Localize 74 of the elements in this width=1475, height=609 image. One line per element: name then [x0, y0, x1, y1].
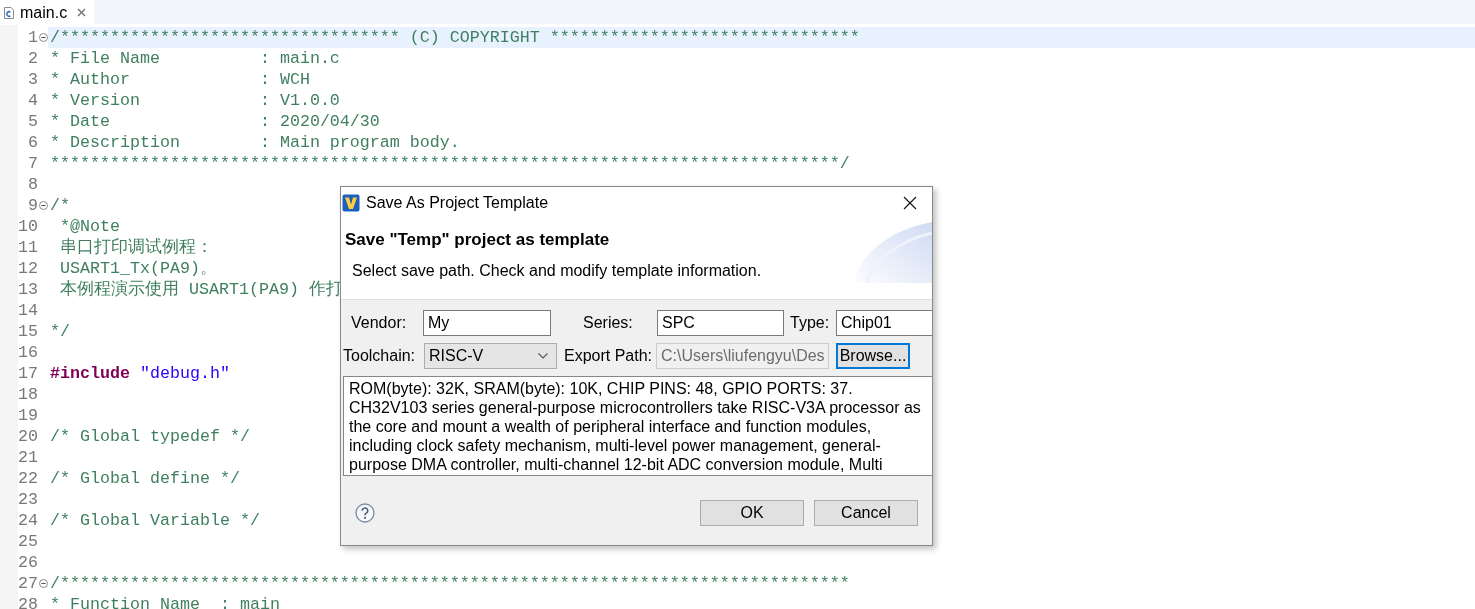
- line-number: 23: [18, 489, 38, 510]
- dialog-button[interactable]: OK: [700, 500, 804, 526]
- c-file-icon: [3, 6, 15, 19]
- code-line: *******************************************************************************/: [50, 153, 850, 174]
- field-label: Export Path:: [564, 347, 653, 364]
- line-number: 7: [27, 153, 38, 174]
- code-line: */: [50, 321, 70, 342]
- line-number: 12: [18, 258, 38, 279]
- dialog-subtitle: Select save path. Check and modify template information.: [352, 261, 762, 281]
- line-number: 5: [27, 111, 38, 132]
- code-line: 本例程演示使用 USART1(PA9) 作打: [59, 279, 343, 300]
- line-number: 1: [27, 27, 38, 48]
- field-label: Type:: [790, 314, 830, 331]
- dialog-button[interactable]: Cancel: [814, 500, 918, 526]
- text-field[interactable]: SPC: [657, 310, 784, 336]
- code-line: *@Note: [59, 216, 120, 237]
- line-number: 11: [18, 237, 38, 258]
- chevron-down-icon: [538, 353, 548, 359]
- line-number: 17: [18, 363, 38, 384]
- code-line: #include "debug.h": [50, 363, 230, 384]
- line-number: 20: [18, 426, 38, 447]
- help-icon[interactable]: [355, 503, 375, 523]
- line-number: 27: [18, 573, 38, 594]
- line-number: 26: [18, 552, 38, 573]
- line-number: 8: [27, 174, 38, 195]
- line-number: 6: [27, 132, 38, 153]
- field-label: Series:: [583, 314, 633, 331]
- description-text: CH32V103 series general-purpose microcontrollers take RISC-V3A processor as the core and mount a wealth of peripheral interface and function modules, including clock safety mechanism, multi-level power management, general-purpose DMA controller, multi-channel 12-bit ADC conversion module, Multi: [349, 398, 922, 474]
- app-logo-icon: [342, 194, 360, 212]
- code-line: * Version : V1.0.0: [50, 90, 340, 111]
- code-line: /* Global define */: [50, 468, 240, 489]
- dropdown[interactable]: RISC-V: [424, 343, 557, 369]
- code-line: * Date : 2020/04/30: [50, 111, 380, 132]
- code-line: /* Global typedef */: [50, 426, 250, 447]
- browse-button[interactable]: Browse...: [836, 343, 910, 369]
- code-line: * Description : Main program body.: [50, 132, 460, 153]
- code-line: /********************************** (C) COPYRIGHT *******************************: [50, 27, 860, 48]
- code-line: * Function Name : main: [50, 594, 280, 609]
- code-line: 串口打印调试例程：: [59, 237, 213, 258]
- text-field[interactable]: Chip01: [836, 310, 932, 336]
- line-number: 21: [18, 447, 38, 468]
- line-number: 9: [27, 195, 38, 216]
- field-label: Vendor:: [351, 314, 407, 331]
- line-number: 25: [18, 531, 38, 552]
- minus-circle-icon[interactable]: [38, 201, 48, 210]
- line-number: 19: [18, 405, 38, 426]
- code-line: USART1_Tx(PA9)。: [59, 258, 217, 279]
- description-box[interactable]: [343, 376, 932, 476]
- line-number: 22: [18, 468, 38, 489]
- line-number: 3: [27, 69, 38, 90]
- text-field[interactable]: My: [423, 310, 551, 336]
- dialog-title: Save As Project Template: [366, 194, 550, 212]
- line-number: 4: [27, 90, 38, 111]
- line-number: 24: [18, 510, 38, 531]
- close-icon[interactable]: [903, 196, 917, 210]
- code-line: * Author : WCH: [50, 69, 310, 90]
- line-number: 18: [18, 384, 38, 405]
- line-number: 16: [18, 342, 38, 363]
- description-text: ROM(byte): 32K, SRAM(byte): 10K, CHIP PINS: 48, GPIO PORTS: 37.: [349, 379, 854, 398]
- code-line: * File Name : main.c: [50, 48, 340, 69]
- minus-circle-icon[interactable]: [38, 579, 48, 588]
- line-number: 2: [27, 48, 38, 69]
- code-line: /*: [50, 195, 70, 216]
- code-line: /* Global Variable */: [50, 510, 260, 531]
- line-number: 13: [18, 279, 38, 300]
- minus-circle-icon[interactable]: [38, 33, 48, 42]
- line-number: 14: [18, 300, 38, 321]
- field-label: Toolchain:: [343, 347, 416, 364]
- code-line: /*******************************************************************************: [50, 573, 850, 594]
- line-number: 28: [18, 594, 38, 609]
- line-number: 10: [18, 216, 38, 237]
- dialog-heading: Save "Temp" project as template: [345, 229, 610, 251]
- line-number: 15: [18, 321, 38, 342]
- editor-tab[interactable]: main.c: [0, 0, 95, 25]
